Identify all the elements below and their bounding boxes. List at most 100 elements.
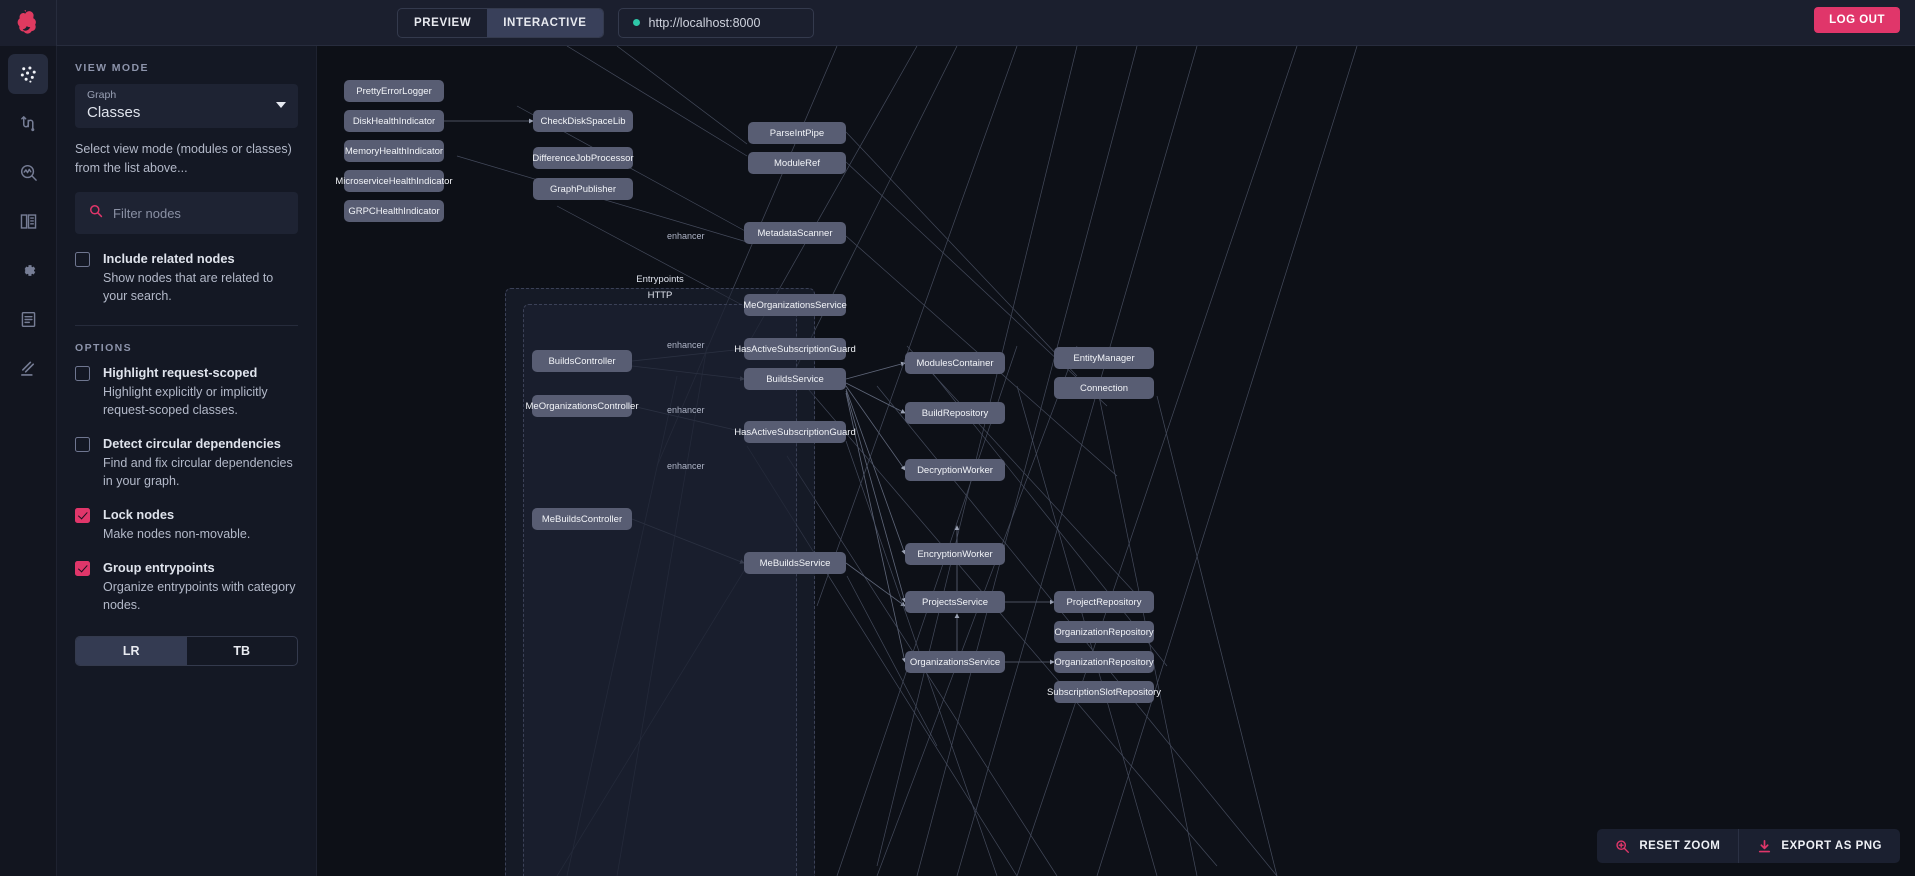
highlight-request-scoped-title: Highlight request-scoped <box>103 365 258 380</box>
graph-node[interactable]: MeOrganizationsService <box>743 294 847 316</box>
tab-preview[interactable]: PREVIEW <box>398 9 487 37</box>
group-entrypoints-title: Group entrypoints <box>103 560 215 575</box>
group-label-entrypoints: Entrypoints <box>636 274 684 285</box>
layout-direction-toggle: LR TB <box>75 636 298 666</box>
sidebar-rail-bootstrap[interactable] <box>8 348 48 388</box>
lock-nodes-title: Lock nodes <box>103 507 175 522</box>
graph-node[interactable]: DiskHealthIndicator <box>344 110 444 132</box>
download-icon <box>1757 839 1772 854</box>
highlight-request-scoped-desc: Highlight explicitly or implicitly reque… <box>103 385 268 417</box>
detect-circular-dependencies-checkbox[interactable] <box>75 437 90 452</box>
graph-node[interactable]: OrganizationRepository <box>1054 621 1154 643</box>
graph-node[interactable]: EntityManager <box>1054 347 1154 369</box>
detect-circular-dependencies-body: Detect circular dependencies Find and fi… <box>103 435 298 490</box>
graph-node[interactable]: CheckDiskSpaceLib <box>533 110 633 132</box>
chevron-down-icon <box>276 102 286 108</box>
detect-circular-dependencies-title: Detect circular dependencies <box>103 436 281 451</box>
app-body: VIEW MODE Graph Classes Select view mode… <box>0 46 1915 876</box>
include-related-nodes-option[interactable]: Include related nodes Show nodes that ar… <box>75 250 298 305</box>
layout-direction-lr[interactable]: LR <box>76 637 187 665</box>
include-related-nodes-desc: Show nodes that are related to your sear… <box>103 271 274 303</box>
reset-zoom-label: RESET ZOOM <box>1639 840 1721 852</box>
graph-node[interactable]: DifferenceJobProcessor <box>532 147 634 169</box>
include-related-nodes-title: Include related nodes <box>103 251 235 266</box>
graph-node[interactable]: HasActiveSubscriptionGuard <box>734 338 856 360</box>
graph-node[interactable]: ParseIntPipe <box>748 122 846 144</box>
graph-node[interactable]: BuildsService <box>744 368 846 390</box>
sidebar-rail-analytics[interactable] <box>8 152 48 192</box>
graph-node[interactable]: MeBuildsController <box>532 508 632 530</box>
graph-node[interactable]: BuildsController <box>532 350 632 372</box>
graph-node[interactable]: ModuleRef <box>748 152 846 174</box>
graph-node[interactable]: EncryptionWorker <box>905 543 1005 565</box>
include-related-nodes-checkbox[interactable] <box>75 252 90 267</box>
include-related-nodes-body: Include related nodes Show nodes that ar… <box>103 250 298 305</box>
sidebar-divider <box>75 325 298 326</box>
nestjs-logo[interactable] <box>0 0 57 46</box>
connection-status-dot <box>632 19 640 26</box>
graph-node[interactable]: GraphPublisher <box>533 178 633 200</box>
canvas-toolbar: RESET ZOOM EXPORT AS PNG <box>1597 829 1900 863</box>
layout-direction-tb[interactable]: TB <box>187 637 298 665</box>
filter-nodes-placeholder: Filter nodes <box>113 205 181 221</box>
graph-node[interactable]: OrganizationRepository <box>1054 651 1154 673</box>
graph-mode-select[interactable]: Graph Classes <box>75 84 298 128</box>
lock-nodes-checkbox[interactable] <box>75 508 90 523</box>
sidebar-rail-routes[interactable] <box>8 103 48 143</box>
sidebar-rail-logs[interactable] <box>8 299 48 339</box>
graph-mode-value: Classes <box>87 104 141 121</box>
url-field[interactable]: http://localhost:8000 <box>617 7 814 38</box>
filter-nodes-input[interactable]: Filter nodes <box>75 192 298 234</box>
options-label: OPTIONS <box>75 342 133 354</box>
graph-node[interactable]: ProjectsService <box>905 591 1005 613</box>
highlight-request-scoped-checkbox[interactable] <box>75 366 90 381</box>
option-highlight-request-scoped[interactable]: Highlight request-scoped Highlight expli… <box>75 364 298 419</box>
bootstrap-icon <box>19 359 38 378</box>
search-icon <box>89 204 103 223</box>
edge-label: enhancer <box>667 405 705 415</box>
graph-node[interactable]: SubscriptionSlotRepository <box>1047 681 1161 703</box>
lock-nodes-desc: Make nodes non-movable. <box>103 527 251 541</box>
tab-interactive[interactable]: INTERACTIVE <box>487 8 603 37</box>
graph-mode-caption: Graph <box>87 89 117 101</box>
view-mode-helper-text: Select view mode (modules or classes) fr… <box>75 142 292 175</box>
edge-label: enhancer <box>667 461 705 471</box>
highlight-request-scoped-body: Highlight request-scoped Highlight expli… <box>103 364 298 419</box>
graph-node[interactable]: MeOrganizationsController <box>526 395 639 417</box>
export-png-button[interactable]: EXPORT AS PNG <box>1738 829 1900 863</box>
graph-node[interactable]: HasActiveSubscriptionGuard <box>734 421 856 443</box>
graph-node[interactable]: ModulesContainer <box>905 352 1005 374</box>
option-group-entrypoints[interactable]: Group entrypoints Organize entrypoints w… <box>75 559 298 614</box>
reset-zoom-button[interactable]: RESET ZOOM <box>1597 829 1738 863</box>
group-entrypoints-body: Group entrypoints Organize entrypoints w… <box>103 559 298 614</box>
sidebar-rail-tables[interactable] <box>8 201 48 241</box>
graph-node[interactable]: OrganizationsService <box>905 651 1005 673</box>
graph-node[interactable]: MeBuildsService <box>744 552 846 574</box>
document-icon <box>19 310 38 329</box>
sidebar-rail-graph[interactable] <box>8 54 48 94</box>
graph-node[interactable]: BuildRepository <box>905 402 1005 424</box>
graph-node[interactable]: MemoryHealthIndicator <box>344 140 444 162</box>
graph-node[interactable]: MicroserviceHealthIndicator <box>335 170 453 192</box>
analytics-search-icon <box>19 163 38 182</box>
graph-node[interactable]: DecryptionWorker <box>905 459 1005 481</box>
option-lock-nodes[interactable]: Lock nodes Make nodes non-movable. <box>75 506 298 543</box>
detect-circular-dependencies-desc: Find and fix circular dependencies in yo… <box>103 456 293 488</box>
sidebar-rail-settings[interactable] <box>8 250 48 290</box>
export-png-label: EXPORT AS PNG <box>1781 840 1882 852</box>
logout-button[interactable]: LOG OUT <box>1814 7 1900 33</box>
graph-node[interactable]: PrettyErrorLogger <box>344 80 444 102</box>
graph-node[interactable]: MetadataScanner <box>744 222 846 244</box>
table-icon <box>19 212 38 231</box>
lock-nodes-body: Lock nodes Make nodes non-movable. <box>103 506 298 543</box>
group-entrypoints-desc: Organize entrypoints with category nodes… <box>103 580 296 612</box>
icon-rail <box>0 46 57 876</box>
graph-node[interactable]: Connection <box>1054 377 1154 399</box>
graph-node[interactable]: ProjectRepository <box>1054 591 1154 613</box>
group-entrypoints-checkbox[interactable] <box>75 561 90 576</box>
option-detect-circular-dependencies[interactable]: Detect circular dependencies Find and fi… <box>75 435 298 490</box>
graph-node[interactable]: GRPCHealthIndicator <box>344 200 444 222</box>
graph-canvas[interactable]: Entrypoints HTTP PrettyErrorLogger DiskH… <box>317 46 1915 876</box>
view-mode-label: VIEW MODE <box>75 62 149 74</box>
